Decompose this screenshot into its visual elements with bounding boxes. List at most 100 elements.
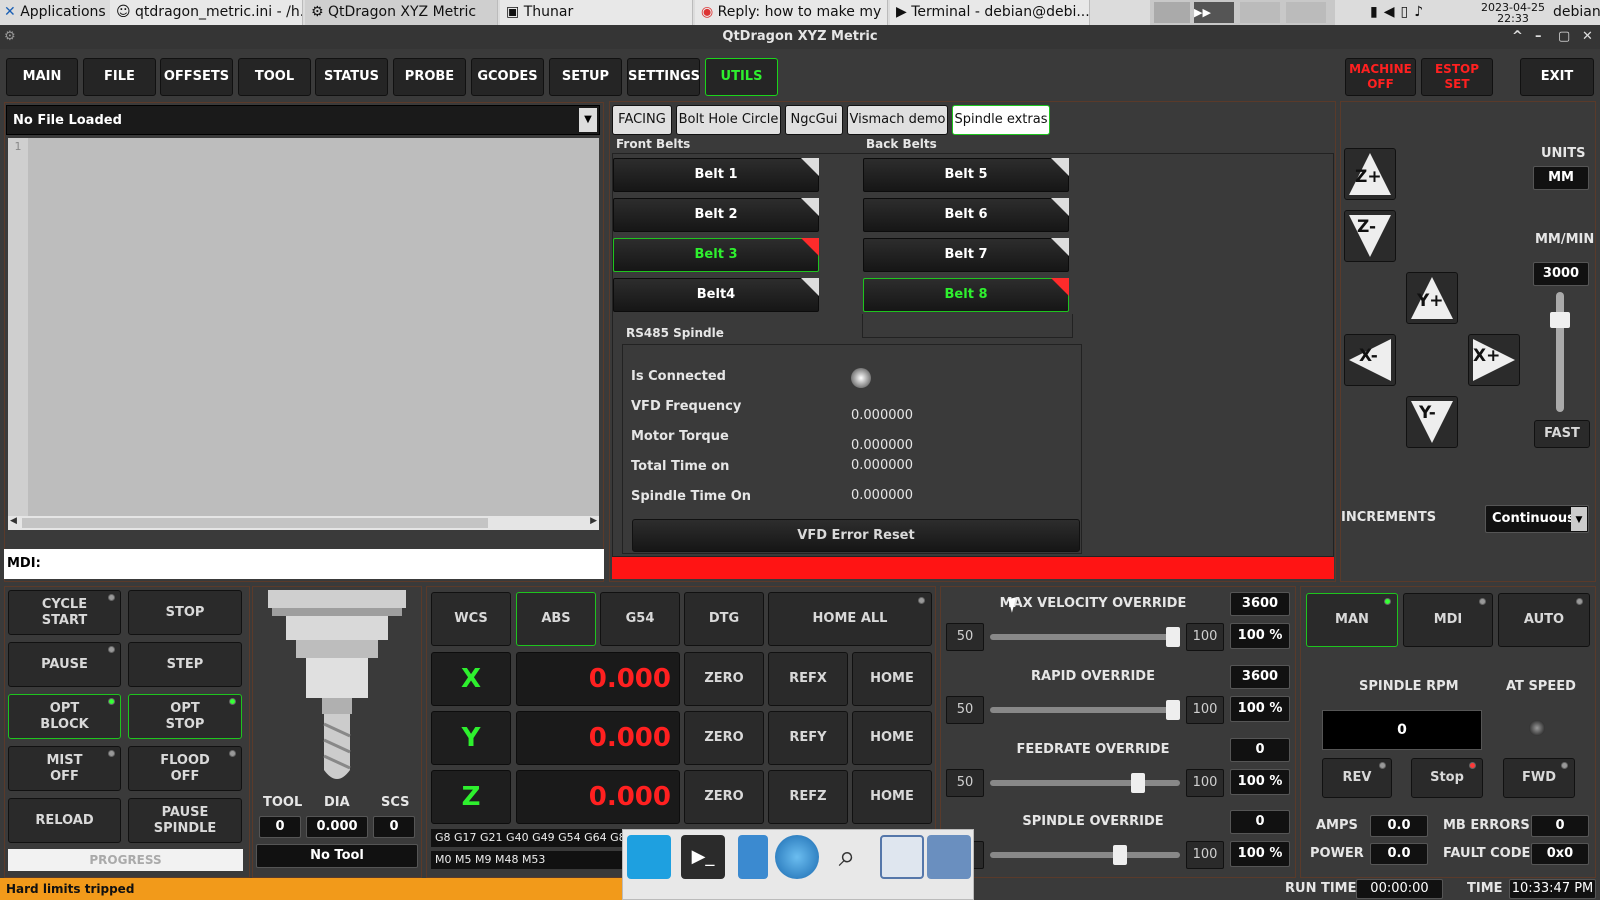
- jog-x-plus-button[interactable]: X+: [1468, 334, 1520, 386]
- z-home-button[interactable]: HOME: [852, 770, 932, 824]
- jog-y-plus-button[interactable]: Y+: [1406, 272, 1458, 324]
- horizontal-scrollbar[interactable]: ◀ ▶: [8, 516, 599, 530]
- nav-file[interactable]: FILE: [83, 58, 156, 96]
- scroll-right-icon[interactable]: ▶: [590, 516, 597, 526]
- search-icon[interactable]: ⌕: [825, 835, 869, 879]
- override-slider-knob[interactable]: [1131, 773, 1145, 793]
- belt-3-button[interactable]: Belt 3: [613, 238, 819, 272]
- nav-gcodes[interactable]: GCODES: [471, 58, 544, 96]
- machine-off-button[interactable]: MACHINE OFF: [1345, 58, 1416, 96]
- task-tab-editor[interactable]: ☺ qtdragon_metric.ini - /h...: [110, 0, 303, 25]
- nav-offsets[interactable]: OFFSETS: [160, 58, 233, 96]
- reload-button[interactable]: RELOAD: [8, 798, 121, 843]
- belt-8-button[interactable]: Belt 8: [863, 278, 1069, 312]
- jog-x-minus-button[interactable]: X-: [1344, 334, 1396, 386]
- terminal-icon[interactable]: ▶_: [681, 835, 725, 879]
- up-icon[interactable]: ^: [1512, 25, 1523, 49]
- opt-stop-button[interactable]: OPT STOP: [128, 694, 242, 739]
- tab-vismach-demo[interactable]: Vismach demo: [847, 105, 948, 135]
- flood-button[interactable]: FLOOD OFF: [128, 746, 242, 791]
- workspace-2[interactable]: ▶▶: [1194, 2, 1234, 23]
- dtg-button[interactable]: DTG: [684, 592, 764, 646]
- user-menu[interactable]: debian: [1553, 0, 1600, 25]
- belt-1-button[interactable]: Belt 1: [613, 158, 819, 192]
- tray-icons[interactable]: ▮◀▯♪: [1370, 0, 1450, 25]
- signal-icon[interactable]: ▮: [1370, 4, 1384, 20]
- scroll-left-icon[interactable]: ◀: [10, 516, 17, 526]
- web-browser-icon[interactable]: [775, 835, 819, 879]
- z-zero-button[interactable]: ZERO: [684, 770, 764, 824]
- jog-z-plus-button[interactable]: Z+: [1344, 148, 1396, 200]
- mdi-input[interactable]: MDI:: [4, 549, 604, 579]
- maximize-button[interactable]: ▢: [1558, 25, 1570, 49]
- mist-button[interactable]: MIST OFF: [8, 746, 121, 791]
- workspace-4[interactable]: [1286, 2, 1326, 23]
- nav-probe[interactable]: PROBE: [393, 58, 466, 96]
- nav-main[interactable]: MAIN: [6, 58, 78, 96]
- folder-icon[interactable]: [927, 835, 971, 879]
- z-ref-button[interactable]: REFZ: [768, 770, 848, 824]
- workspace-switcher[interactable]: ▶▶: [1150, 0, 1335, 25]
- nav-setup[interactable]: SETUP: [549, 58, 622, 96]
- file-selector[interactable]: No File Loaded ▼: [6, 105, 600, 135]
- workspace-1[interactable]: [1154, 2, 1190, 23]
- nav-utils[interactable]: UTILS: [705, 58, 778, 96]
- workspace-3[interactable]: [1240, 2, 1280, 23]
- calculator-icon[interactable]: [880, 835, 924, 879]
- jog-rate-field[interactable]: 3000: [1533, 262, 1589, 286]
- tab-bolt-hole-circle[interactable]: Bolt Hole Circle: [676, 105, 781, 135]
- override-min-button[interactable]: 50: [946, 623, 984, 651]
- nav-tool[interactable]: TOOL: [238, 58, 311, 96]
- override-min-button[interactable]: 50: [946, 769, 984, 797]
- tab-ngcgui[interactable]: NgcGui: [785, 105, 843, 135]
- y-ref-button[interactable]: REFY: [768, 711, 848, 765]
- jog-rate-slider-knob[interactable]: [1550, 312, 1570, 328]
- x-ref-button[interactable]: REFX: [768, 652, 848, 706]
- nav-status[interactable]: STATUS: [315, 58, 388, 96]
- jog-rate-slider[interactable]: [1556, 292, 1564, 412]
- applications-menu[interactable]: ✕ Applications ⁝: [4, 0, 114, 25]
- override-min-button[interactable]: 50: [946, 696, 984, 724]
- file-manager-icon[interactable]: [738, 835, 768, 879]
- override-slider[interactable]: [990, 707, 1180, 713]
- dropdown-arrow-icon[interactable]: ▼: [1571, 507, 1587, 531]
- override-max-button[interactable]: 100: [1186, 769, 1224, 797]
- y-home-button[interactable]: HOME: [852, 711, 932, 765]
- pause-spindle-button[interactable]: PAUSE SPINDLE: [128, 798, 242, 843]
- increments-select[interactable]: Continuous ▼: [1485, 505, 1589, 533]
- override-slider[interactable]: [990, 852, 1180, 858]
- units-field[interactable]: MM: [1533, 166, 1589, 190]
- step-button[interactable]: STEP: [128, 642, 242, 687]
- jog-y-minus-button[interactable]: Y-: [1406, 396, 1458, 448]
- belt-2-button[interactable]: Belt 2: [613, 198, 819, 232]
- override-slider-knob[interactable]: [1166, 627, 1180, 647]
- stop-button[interactable]: STOP: [128, 590, 242, 635]
- jog-z-minus-button[interactable]: Z-: [1344, 210, 1396, 262]
- x-home-button[interactable]: HOME: [852, 652, 932, 706]
- fast-button[interactable]: FAST: [1534, 420, 1590, 448]
- task-tab-thunar[interactable]: ▣ Thunar: [500, 0, 693, 25]
- belt-5-button[interactable]: Belt 5: [863, 158, 1069, 192]
- opt-block-button[interactable]: OPT BLOCK: [8, 694, 121, 739]
- override-slider-knob[interactable]: [1166, 700, 1180, 720]
- volume-icon[interactable]: ◀: [1384, 4, 1401, 20]
- estop-button[interactable]: ESTOP SET: [1421, 58, 1493, 96]
- override-slider[interactable]: [990, 634, 1180, 640]
- desktop-icon[interactable]: [627, 835, 671, 879]
- nav-settings[interactable]: SETTINGS: [627, 58, 700, 96]
- wcs-button[interactable]: WCS: [431, 592, 511, 646]
- g54-button[interactable]: G54: [600, 592, 680, 646]
- dropdown-arrow-icon[interactable]: ▼: [579, 108, 597, 132]
- task-tab-terminal[interactable]: ▶ Terminal - debian@debi...: [890, 0, 1090, 25]
- task-tab-browser[interactable]: ◉ Reply: how to make my ...: [695, 0, 888, 25]
- y-zero-button[interactable]: ZERO: [684, 711, 764, 765]
- override-max-button[interactable]: 100: [1186, 696, 1224, 724]
- tab-facing[interactable]: FACING: [612, 105, 672, 135]
- override-max-button[interactable]: 100: [1186, 841, 1224, 869]
- gcode-editor[interactable]: 1 ◀ ▶: [8, 138, 599, 530]
- belt-6-button[interactable]: Belt 6: [863, 198, 1069, 232]
- belt-7-button[interactable]: Belt 7: [863, 238, 1069, 272]
- belt-4-button[interactable]: Belt4: [613, 278, 819, 312]
- task-tab-qtdragon[interactable]: ⚙ QtDragon XYZ Metric: [305, 0, 498, 25]
- pause-button[interactable]: PAUSE: [8, 642, 121, 687]
